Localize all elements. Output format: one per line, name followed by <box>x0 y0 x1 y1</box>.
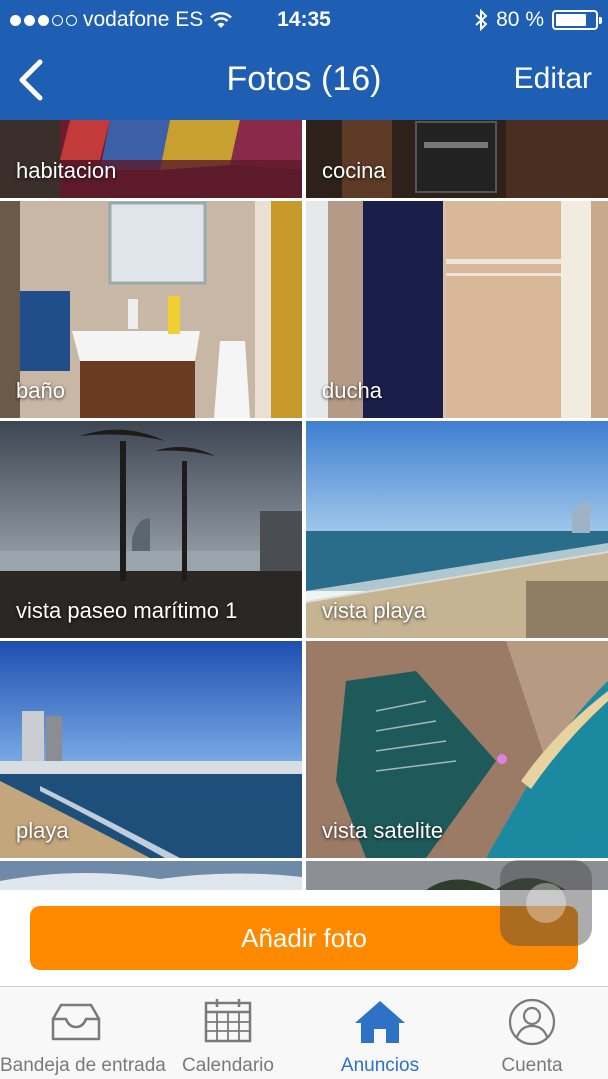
photo-label: playa <box>16 818 69 843</box>
assistive-touch-button[interactable] <box>500 860 592 946</box>
photo-tile-ducha[interactable]: ducha <box>306 201 608 418</box>
tab-label: Bandeja de entrada <box>0 1055 166 1076</box>
photo-tile-playa[interactable]: playa <box>0 641 302 858</box>
chevron-left-icon[interactable] <box>12 56 52 104</box>
tab-calendar[interactable]: Calendario <box>152 987 304 1079</box>
calendar-icon <box>204 999 252 1043</box>
photo-tile-habitacion[interactable]: habitacion <box>0 120 302 198</box>
photo-label: vista satelite <box>322 818 444 843</box>
photo-label: vista playa <box>322 598 426 623</box>
photo-tile-vista-playa[interactable]: vista playa <box>306 421 608 638</box>
photo-tile-vista-paseo-maritimo-1[interactable]: vista paseo marítimo 1 <box>0 421 302 638</box>
photo-label: habitacion <box>16 158 117 183</box>
user-icon <box>508 998 556 1046</box>
home-icon <box>355 1001 405 1043</box>
bluetooth-icon <box>475 9 488 31</box>
photo-label: cocina <box>322 158 386 183</box>
tab-label: Anuncios <box>340 1055 420 1076</box>
tab-account[interactable]: Cuenta <box>456 987 608 1079</box>
photo-tile-vista-satelite[interactable]: vista satelite <box>306 641 608 858</box>
status-right: 80 % <box>474 8 602 32</box>
photo-label: baño <box>16 378 65 403</box>
tab-label: Cuenta <box>501 1055 563 1076</box>
inbox-icon <box>51 1003 101 1041</box>
photo-tile-bano[interactable]: baño <box>0 201 302 418</box>
photo-tile-partial-left[interactable] <box>0 861 302 890</box>
photo-label: vista paseo marítimo 1 <box>16 598 238 623</box>
photo-tile-cocina[interactable]: cocina <box>306 120 608 198</box>
battery-icon <box>552 10 602 30</box>
navigation-bar: Fotos (16) Editar <box>0 40 608 120</box>
tab-label: Calendario <box>182 1055 274 1076</box>
tab-inbox[interactable]: Bandeja de entrada <box>0 987 166 1079</box>
photo-grid: habitacion cocina baño ducha vista paseo… <box>0 120 608 890</box>
tab-bar: Bandeja de entrada Calendario Anuncios C… <box>0 986 608 1079</box>
add-photo-button[interactable]: Añadir foto <box>30 906 578 970</box>
status-bar: vodafone ES 14:35 80 % <box>0 0 608 40</box>
photo-label: ducha <box>322 378 382 403</box>
edit-button[interactable]: Editar <box>514 62 592 96</box>
battery-percent: 80 % <box>496 8 544 31</box>
tab-listings[interactable]: Anuncios <box>304 987 456 1079</box>
